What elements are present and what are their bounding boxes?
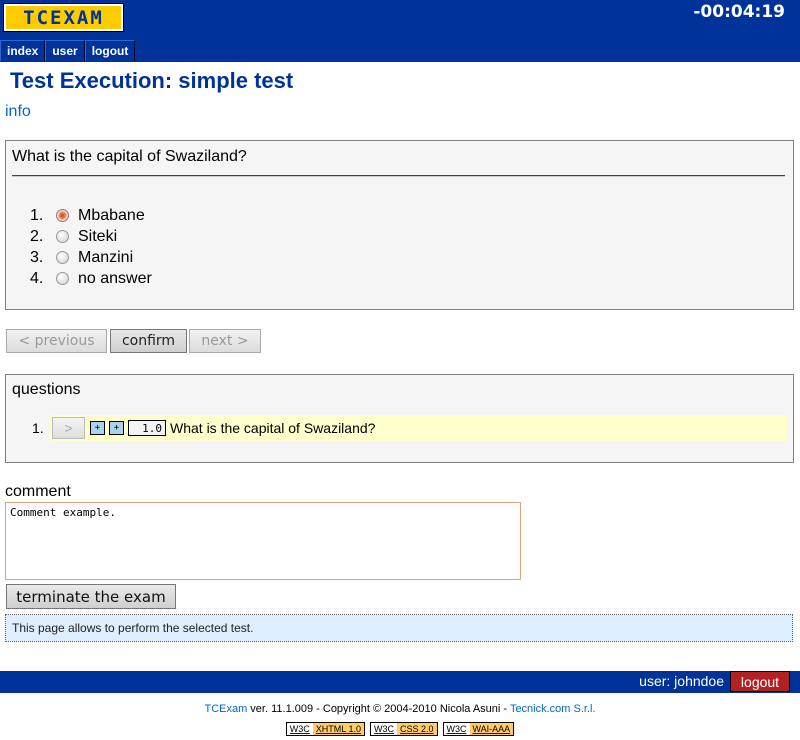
answer-option[interactable]: 3. Manzini [30,247,152,268]
answered-flag-icon: + [109,421,124,435]
main-menu: index user logout [0,40,136,62]
countdown-timer: -00:04:19 [693,2,785,22]
radio-selected-icon[interactable] [56,209,69,222]
w3c-badges: W3C XHTML 1.0 W3C CSS 2.0 W3C WAI-AAA [0,722,800,736]
current-user: user: johndoe [639,673,724,689]
footer: TCExam ver. 11.1.009 - Copyright © 2004-… [0,703,800,715]
displayed-flag-icon: + [90,421,105,435]
tecnick-link[interactable]: Tecnick.com S.r.l. [510,703,596,715]
previous-button[interactable]: < previous [6,329,107,353]
page-title: Test Execution: simple test [10,68,294,93]
tcexam-logo: TCEXAM [3,3,124,32]
css-badge[interactable]: W3C CSS 2.0 [369,722,438,736]
radio-icon[interactable] [56,230,69,243]
question-score: 1.0 [128,420,166,436]
answer-label[interactable]: no answer [78,270,152,288]
question-box: What is the capital of Swaziland? 1. Mbab… [5,140,794,310]
answer-option[interactable]: 1. Mbabane [30,205,152,226]
question-number: 1. [32,420,44,436]
terminate-exam-button[interactable]: terminate the exam [6,584,176,609]
comment-label: comment [5,483,71,500]
answer-label[interactable]: Mbabane [78,207,145,225]
goto-question-button[interactable]: > [52,417,85,439]
question-divider [12,175,785,177]
questions-title: questions [12,381,81,398]
answer-option[interactable]: 4. no answer [30,268,152,289]
confirm-button[interactable]: confirm [110,329,187,353]
header-bar: TCEXAM -00:04:19 index user logout [0,0,800,62]
radio-icon[interactable] [56,272,69,285]
menu-item-index[interactable]: index [0,40,46,61]
answer-label[interactable]: Siteki [78,228,117,246]
next-button[interactable]: next > [189,329,261,353]
question-list-row: > + + 1.0 What is the capital of Swazila… [50,415,787,441]
question-text: What is the capital of Swaziland? [12,148,247,165]
wai-badge[interactable]: W3C WAI-AAA [442,722,515,736]
question-list-text: What is the capital of Swaziland? [170,420,376,436]
menu-item-user[interactable]: user [45,40,85,61]
info-link[interactable]: info [5,103,31,121]
radio-icon[interactable] [56,251,69,264]
answer-option[interactable]: 2. Siteki [30,226,152,247]
tcexam-link[interactable]: TCExam [204,703,247,715]
questions-panel: questions 1. > + + 1.0 What is the capit… [5,374,794,463]
user-bar: user: johndoe logout [0,671,800,693]
logout-button[interactable]: logout [730,671,790,692]
help-message: This page allows to perform the selected… [5,614,793,642]
xhtml-badge[interactable]: W3C XHTML 1.0 [285,722,365,736]
menu-item-logout[interactable]: logout [84,40,136,61]
answer-list: 1. Mbabane 2. Siteki 3. Manzini 4. no answer [30,205,152,289]
comment-textarea[interactable]: Comment example. [5,502,521,580]
answer-label[interactable]: Manzini [78,249,133,267]
copyright-text: ver. 11.1.009 - Copyright © 2004-2010 Ni… [247,703,510,715]
